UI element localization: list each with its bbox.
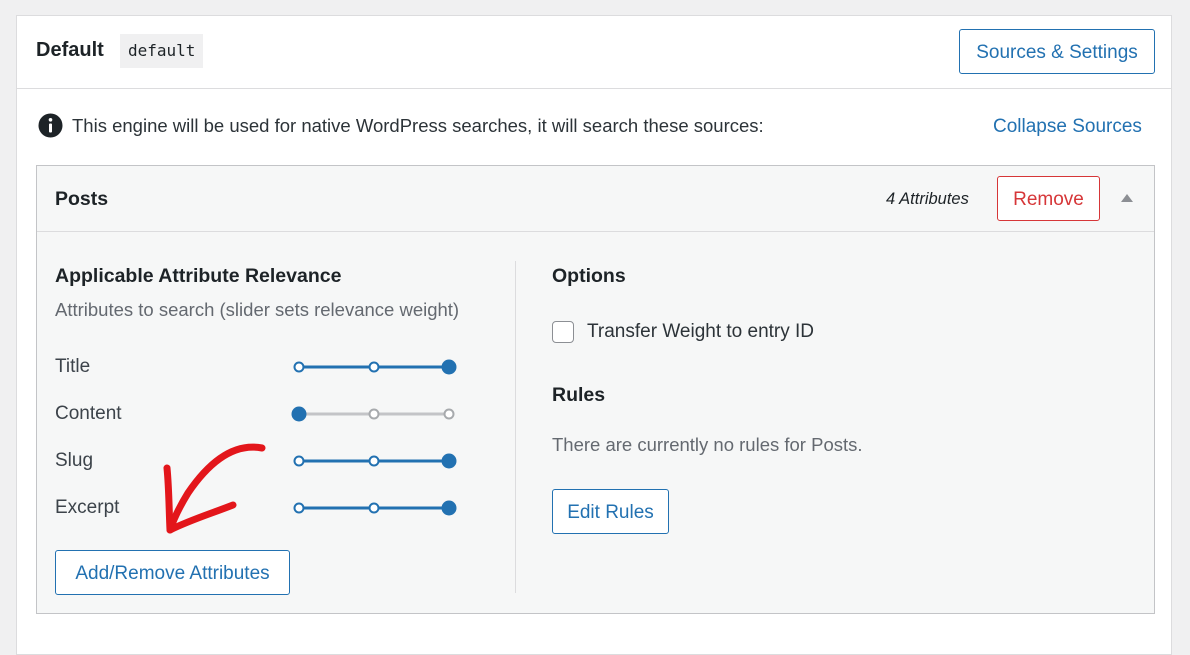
options-heading: Options (552, 265, 626, 287)
slider-stop[interactable] (368, 455, 380, 467)
engine-code-badge: default (120, 34, 204, 68)
info-icon (38, 113, 63, 138)
slider-stop[interactable] (443, 408, 455, 420)
relevance-description: Attributes to search (slider sets releva… (55, 299, 460, 320)
relevance-heading: Applicable Attribute Relevance (55, 265, 342, 287)
engine-card: Default default Sources & Settings This … (16, 15, 1172, 655)
attribute-row: Content (55, 399, 475, 429)
slider-handle[interactable] (441, 500, 457, 516)
relevance-slider[interactable] (289, 403, 459, 425)
transfer-weight-label[interactable]: Transfer Weight to entry ID (587, 321, 814, 343)
add-remove-attributes-button[interactable]: Add/Remove Attributes (55, 550, 290, 595)
attribute-name: Slug (55, 450, 94, 471)
collapse-sources-link[interactable]: Collapse Sources (993, 116, 1142, 138)
slider-stop[interactable] (368, 502, 380, 514)
engine-label: Default (36, 39, 104, 61)
relevance-slider[interactable] (289, 450, 459, 472)
slider-handle[interactable] (441, 453, 457, 469)
slider-stop[interactable] (368, 361, 380, 373)
edit-rules-button[interactable]: Edit Rules (552, 489, 669, 534)
column-divider (515, 261, 516, 593)
relevance-slider[interactable] (289, 356, 459, 378)
attribute-row: Title (55, 352, 475, 382)
slider-handle[interactable] (291, 406, 307, 422)
relevance-slider[interactable] (289, 497, 459, 519)
slider-stop[interactable] (368, 408, 380, 420)
attribute-count: 4 Attributes (886, 190, 969, 208)
slider-handle[interactable] (441, 359, 457, 375)
rules-empty-text: There are currently no rules for Posts. (552, 434, 863, 455)
attribute-name: Title (55, 356, 91, 377)
sources-settings-button[interactable]: Sources & Settings (959, 29, 1155, 74)
attribute-name: Excerpt (55, 497, 120, 518)
annotation-arrow-icon (163, 443, 266, 534)
source-posts: Posts 4 Attributes Remove Applicable Att… (36, 165, 1155, 614)
slider-stop[interactable] (293, 502, 305, 514)
source-title: Posts (55, 188, 109, 210)
options-rules-section: Options Transfer Weight to entry ID Rule… (552, 231, 1132, 611)
source-header: Posts 4 Attributes Remove (37, 166, 1154, 232)
attribute-relevance-section: Applicable Attribute Relevance Attribute… (55, 231, 495, 611)
transfer-weight-checkbox[interactable] (552, 321, 574, 343)
slider-stop[interactable] (293, 455, 305, 467)
slider-stop[interactable] (293, 361, 305, 373)
info-text: This engine will be used for native Word… (72, 115, 764, 136)
triangle-up-icon[interactable] (1121, 194, 1133, 202)
engine-header: Default default Sources & Settings (17, 16, 1171, 89)
rules-heading: Rules (552, 384, 606, 406)
remove-source-button[interactable]: Remove (997, 176, 1100, 221)
attribute-name: Content (55, 403, 122, 424)
